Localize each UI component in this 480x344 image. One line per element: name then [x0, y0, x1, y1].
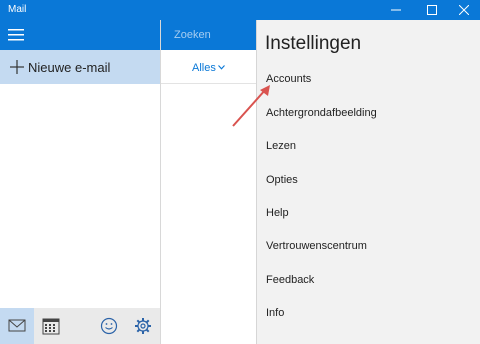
settings-item-reading[interactable]: Lezen: [266, 140, 296, 152]
message-list-pane: Zoeken Alles: [160, 20, 256, 344]
plus-icon: [10, 60, 24, 74]
close-button[interactable]: [452, 0, 476, 20]
minimize-button[interactable]: [384, 0, 408, 20]
settings-button[interactable]: [126, 308, 160, 344]
smiley-icon: [100, 317, 118, 335]
navigation-pane: Nieuwe e-mail: [0, 20, 160, 344]
nav-header: [0, 20, 160, 50]
settings-panel: Instellingen Accounts Achtergrondafbeeld…: [256, 20, 480, 344]
settings-item-info[interactable]: Info: [266, 307, 284, 319]
hamburger-icon[interactable]: [8, 29, 24, 41]
maximize-button[interactable]: [420, 0, 444, 20]
filter-dropdown[interactable]: Alles: [161, 50, 256, 84]
search-placeholder: Zoeken: [174, 29, 211, 41]
settings-title: Instellingen: [265, 33, 362, 54]
minimize-icon: [391, 9, 401, 11]
bottom-toolbar: [0, 308, 160, 344]
close-icon: [459, 5, 469, 15]
window-title: Mail: [8, 4, 27, 15]
settings-item-feedback[interactable]: Feedback: [266, 274, 314, 286]
filter-label: Alles: [192, 62, 216, 74]
settings-item-trust-center[interactable]: Vertrouwenscentrum: [266, 240, 367, 252]
gear-icon: [135, 318, 151, 334]
calendar-button[interactable]: [34, 308, 68, 344]
settings-item-background[interactable]: Achtergrondafbeelding: [266, 107, 377, 119]
annotation-arrow-icon: [232, 85, 270, 127]
settings-item-options[interactable]: Opties: [266, 174, 298, 186]
mail-icon: [8, 319, 26, 332]
mail-button[interactable]: [0, 308, 34, 344]
search-box[interactable]: Zoeken: [161, 20, 256, 50]
settings-item-help[interactable]: Help: [266, 207, 289, 219]
feedback-button[interactable]: [92, 308, 126, 344]
maximize-icon: [427, 5, 437, 15]
new-mail-label: Nieuwe e-mail: [28, 60, 111, 75]
title-bar: Mail: [0, 0, 480, 20]
chevron-down-icon: [218, 65, 225, 70]
new-mail-button[interactable]: Nieuwe e-mail: [0, 50, 160, 84]
calendar-icon: [42, 318, 60, 335]
